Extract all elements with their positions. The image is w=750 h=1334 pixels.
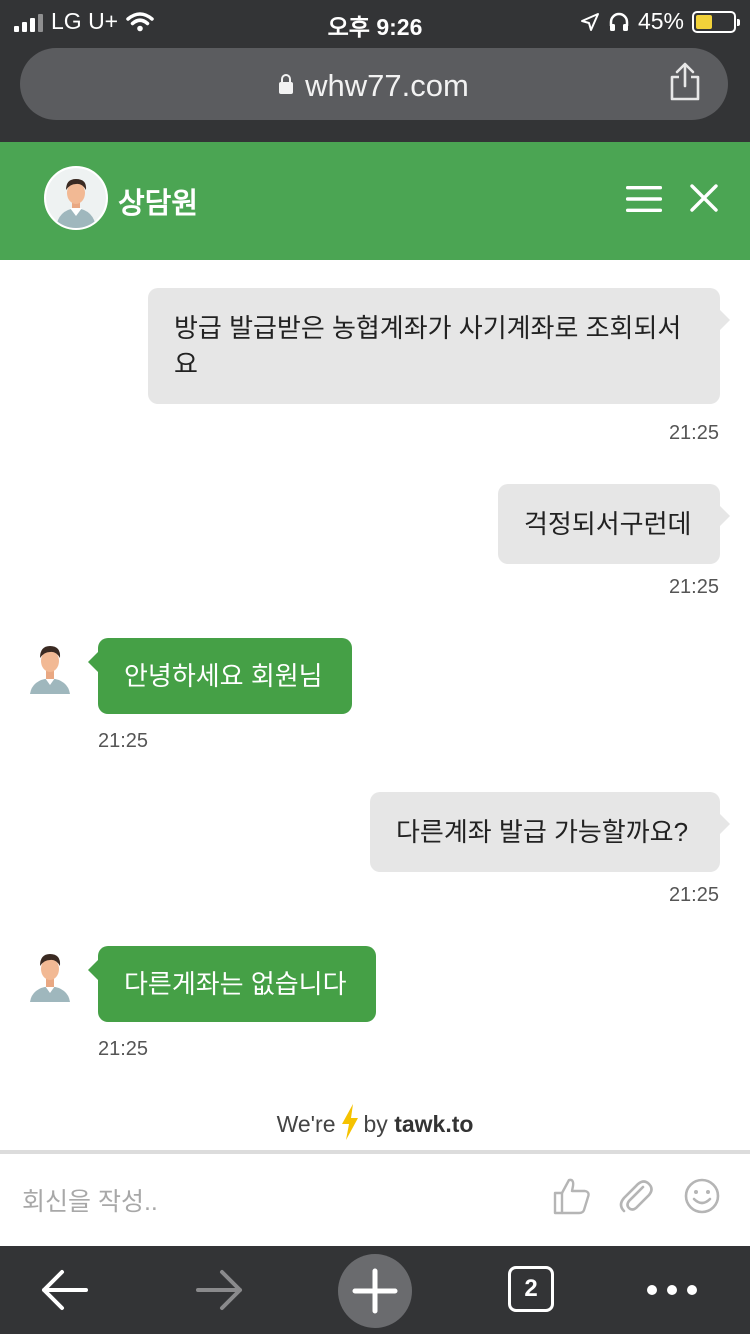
status-right: 45%	[580, 8, 740, 35]
message-time: 21:25	[668, 422, 719, 444]
agent-message: 안녕하세요 회원님	[88, 638, 352, 714]
message-text: 걱정되서구런데	[524, 509, 692, 539]
tabs-icon[interactable]: 2	[508, 1266, 554, 1312]
message-text: 다른게좌는 없습니다	[124, 969, 347, 999]
branding-by: by	[363, 1111, 388, 1137]
location-icon	[580, 12, 599, 31]
status-bar: LG U+ 오후 9:26 45%	[0, 0, 750, 42]
forward-arrow-icon[interactable]	[192, 1262, 248, 1318]
lightning-bolt-icon	[341, 1104, 358, 1140]
branding-prefix: We're	[276, 1111, 336, 1137]
menu-icon[interactable]	[626, 186, 662, 212]
url-text: whw77.com	[305, 68, 469, 103]
message-time: 21:25	[668, 576, 719, 598]
tawk-branding[interactable]: We're by tawk.to	[0, 1104, 750, 1140]
battery-fill	[696, 14, 713, 29]
message-time: 21:25	[98, 730, 149, 752]
agent-avatar	[44, 166, 108, 230]
smiley-icon[interactable]	[682, 1176, 722, 1216]
agent-name: 상담원	[118, 188, 199, 220]
browser-toolbar: 2	[0, 1246, 750, 1334]
agent-avatar-small	[30, 954, 70, 1002]
message-text: 방급 발급받은 농협계좌가 사기계좌로 조회되서요	[174, 313, 682, 379]
visitor-message: 걱정되서구런데	[498, 484, 730, 564]
message-time: 21:25	[98, 1038, 149, 1060]
branding-brand[interactable]: tawk.to	[394, 1111, 473, 1137]
battery-percent: 45%	[637, 8, 684, 34]
person-icon	[46, 168, 106, 228]
agent-avatar-small	[30, 646, 70, 694]
visitor-message: 다른계좌 발급 가능할까요?	[370, 792, 730, 872]
message-text: 다른계좌 발급 가능할까요?	[396, 817, 689, 847]
agent-message: 다른게좌는 없습니다	[88, 946, 376, 1022]
new-tab-button[interactable]	[338, 1254, 412, 1328]
more-icon[interactable]	[644, 1262, 700, 1318]
thumbs-up-icon[interactable]	[552, 1176, 592, 1216]
share-icon[interactable]	[668, 62, 702, 102]
close-icon[interactable]	[690, 184, 718, 212]
visitor-message: 방급 발급받은 농협계좌가 사기계좌로 조회되서요	[148, 288, 730, 404]
url-display[interactable]: whw77.com	[20, 68, 728, 104]
message-time: 21:25	[668, 884, 719, 906]
plus-icon	[352, 1268, 398, 1314]
url-bar[interactable]: whw77.com	[20, 48, 728, 120]
lock-icon	[279, 74, 294, 94]
message-composer	[0, 1154, 750, 1246]
headphones-icon	[609, 12, 629, 31]
paperclip-icon[interactable]	[616, 1176, 656, 1216]
battery-icon	[692, 10, 740, 33]
browser-top-bar: whw77.com	[0, 42, 750, 142]
reply-input[interactable]	[22, 1182, 492, 1222]
back-arrow-icon[interactable]	[36, 1262, 92, 1318]
chat-header: 상담원	[0, 142, 750, 260]
message-text: 안녕하세요 회원님	[124, 661, 323, 691]
